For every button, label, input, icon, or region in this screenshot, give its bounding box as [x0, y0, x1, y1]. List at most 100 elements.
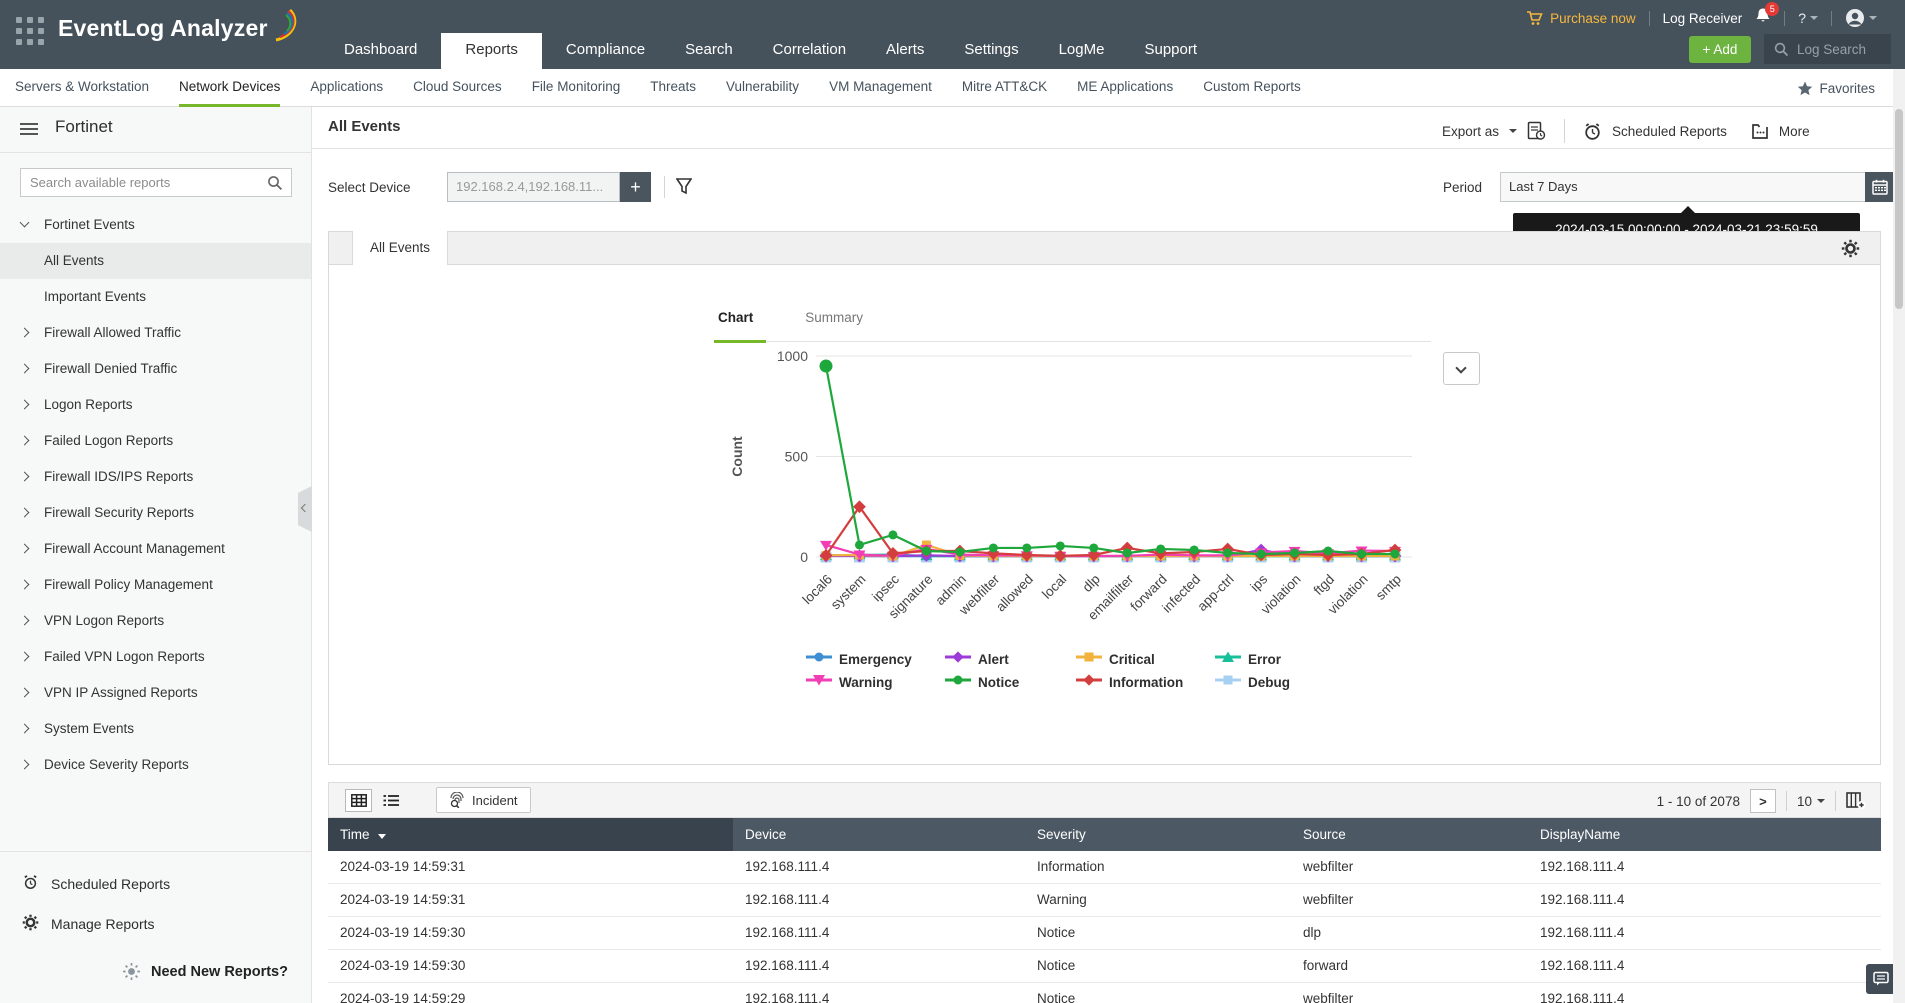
purchase-now-link[interactable]: Purchase now — [1526, 11, 1636, 26]
notifications-bell-icon[interactable]: 5 — [1755, 7, 1771, 29]
need-new-reports-link[interactable]: Need New Reports? — [122, 962, 288, 981]
sidebar-item-important-events[interactable]: Important Events — [0, 279, 311, 315]
more-button[interactable]: More — [1779, 124, 1810, 139]
legend-item-critical[interactable]: Critical — [1076, 650, 1215, 669]
subnav-item-applications[interactable]: Applications — [310, 69, 383, 107]
legend-item-notice[interactable]: Notice — [945, 673, 1076, 692]
sidebar-item-firewall-denied-traffic[interactable]: Firewall Denied Traffic — [0, 351, 311, 387]
subnav-item-custom-reports[interactable]: Custom Reports — [1203, 69, 1301, 107]
table-row[interactable]: 2024-03-19 14:59:30192.168.111.4Noticefo… — [328, 950, 1881, 983]
sidebar-item-device-severity-reports[interactable]: Device Severity Reports — [0, 747, 311, 783]
nav-item-correlation[interactable]: Correlation — [773, 33, 846, 69]
product-logo[interactable]: EventLog Analyzer — [58, 14, 302, 42]
help-menu[interactable]: ? — [1798, 10, 1818, 26]
nav-item-search[interactable]: Search — [685, 33, 733, 69]
device-add-button[interactable]: + — [620, 172, 651, 202]
subnav-item-threats[interactable]: Threats — [650, 69, 696, 107]
sidebar-item-firewall-ids-ips-reports[interactable]: Firewall IDS/IPS Reports — [0, 459, 311, 495]
sidebar-item-firewall-policy-management[interactable]: Firewall Policy Management — [0, 567, 311, 603]
divider — [1831, 11, 1832, 26]
sidebar-item-fortinet-events[interactable]: Fortinet Events — [0, 207, 311, 243]
table-row[interactable]: 2024-03-19 14:59:30192.168.111.4Noticedl… — [328, 917, 1881, 950]
list-view-button[interactable] — [377, 789, 404, 812]
nav-item-reports[interactable]: Reports — [441, 33, 542, 69]
svg-text:dlp: dlp — [1080, 572, 1103, 595]
legend-item-information[interactable]: Information — [1076, 673, 1215, 692]
account-menu[interactable] — [1845, 8, 1877, 28]
subnav-item-file-monitoring[interactable]: File Monitoring — [532, 69, 621, 107]
legend-item-debug[interactable]: Debug — [1215, 673, 1290, 692]
nav-item-dashboard[interactable]: Dashboard — [344, 33, 417, 69]
sidebar-item-failed-logon-reports[interactable]: Failed Logon Reports — [0, 423, 311, 459]
column-header-displayname[interactable]: DisplayName — [1528, 818, 1881, 851]
add-column-icon[interactable] — [1846, 792, 1866, 810]
column-header-source[interactable]: Source — [1291, 818, 1528, 851]
tab-summary[interactable]: Summary — [805, 310, 863, 335]
column-header-time[interactable]: Time — [328, 818, 733, 851]
add-button[interactable]: + Add — [1689, 36, 1751, 63]
sidebar-collapse-handle[interactable] — [298, 486, 312, 532]
vertical-scrollbar[interactable] — [1893, 69, 1905, 1003]
device-filter-input[interactable]: 192.168.2.4,192.168.11... — [447, 172, 620, 202]
subnav-item-vulnerability[interactable]: Vulnerability — [726, 69, 799, 107]
scheduled-reports-button[interactable]: Scheduled Reports — [1612, 124, 1727, 139]
sidebar-item-failed-vpn-logon-reports[interactable]: Failed VPN Logon Reports — [0, 639, 311, 675]
hamburger-menu-icon[interactable] — [20, 123, 38, 135]
table-row[interactable]: 2024-03-19 14:59:29192.168.111.4Noticewe… — [328, 983, 1881, 1003]
legend-item-warning[interactable]: Warning — [806, 673, 945, 692]
legend-item-error[interactable]: Error — [1215, 650, 1281, 669]
column-header-severity[interactable]: Severity — [1025, 818, 1291, 851]
nav-item-logme[interactable]: LogMe — [1059, 33, 1105, 69]
filter-icon[interactable] — [676, 178, 692, 195]
tab-all-events[interactable]: All Events — [352, 231, 448, 266]
log-receiver-link[interactable]: Log Receiver — [1663, 11, 1743, 26]
sidebar-item-firewall-account-management[interactable]: Firewall Account Management — [0, 531, 311, 567]
severity-line-chart[interactable]: 05001000Countlocal6systemipsecsignaturea… — [728, 340, 1468, 640]
table-row[interactable]: 2024-03-19 14:59:31192.168.111.4Informat… — [328, 851, 1881, 884]
subnav-item-me-applications[interactable]: ME Applications — [1077, 69, 1173, 107]
period-input[interactable]: Last 7 Days — [1500, 172, 1895, 202]
column-header-device[interactable]: Device — [733, 818, 1025, 851]
subnav-item-cloud-sources[interactable]: Cloud Sources — [413, 69, 502, 107]
nav-item-support[interactable]: Support — [1144, 33, 1197, 69]
sidebar-item-vpn-logon-reports[interactable]: VPN Logon Reports — [0, 603, 311, 639]
svg-text:app-ctrl: app-ctrl — [1194, 572, 1236, 614]
gear-icon[interactable] — [1841, 239, 1860, 258]
sidebar-item-label: All Events — [44, 253, 104, 268]
log-search-input[interactable]: Log Search — [1764, 34, 1891, 64]
sidebar-item-vpn-ip-assigned-reports[interactable]: VPN IP Assigned Reports — [0, 675, 311, 711]
nav-item-compliance[interactable]: Compliance — [566, 33, 645, 69]
pagination-range: 1 - 10 of 2078 — [1657, 794, 1740, 809]
tab-chart[interactable]: Chart — [718, 310, 753, 335]
sidebar-footer-scheduled-reports[interactable]: Scheduled Reports — [0, 864, 311, 904]
legend-item-emergency[interactable]: Emergency — [806, 650, 945, 669]
sidebar-footer-manage-reports[interactable]: Manage Reports — [0, 904, 311, 944]
nav-item-alerts[interactable]: Alerts — [886, 33, 924, 69]
calendar-button[interactable] — [1865, 172, 1895, 202]
incident-button[interactable]: Incident — [436, 787, 531, 813]
nav-item-settings[interactable]: Settings — [964, 33, 1018, 69]
favorites-button[interactable]: Favorites — [1797, 69, 1875, 107]
next-page-button[interactable]: > — [1750, 789, 1776, 813]
sidebar-item-logon-reports[interactable]: Logon Reports — [0, 387, 311, 423]
divider — [1649, 11, 1650, 26]
sidebar-item-firewall-allowed-traffic[interactable]: Firewall Allowed Traffic — [0, 315, 311, 351]
scrollbar-thumb[interactable] — [1895, 109, 1903, 309]
apps-grid-icon[interactable] — [16, 17, 46, 47]
subnav-item-servers-workstation[interactable]: Servers & Workstation — [15, 69, 149, 107]
legend-item-alert[interactable]: Alert — [945, 650, 1076, 669]
sidebar-item-label: Firewall Security Reports — [44, 505, 194, 520]
grid-view-button[interactable] — [345, 789, 372, 812]
export-as-button[interactable]: Export as — [1442, 124, 1499, 139]
export-schedule-icon[interactable] — [1527, 121, 1546, 141]
sidebar-item-system-events[interactable]: System Events — [0, 711, 311, 747]
report-search-input[interactable] — [20, 168, 292, 197]
table-row[interactable]: 2024-03-19 14:59:31192.168.111.4Warningw… — [328, 884, 1881, 917]
subnav-item-mitre-att-ck[interactable]: Mitre ATT&CK — [962, 69, 1047, 107]
subnav-item-vm-management[interactable]: VM Management — [829, 69, 932, 107]
sidebar-item-firewall-security-reports[interactable]: Firewall Security Reports — [0, 495, 311, 531]
sidebar-item-all-events[interactable]: All Events — [0, 243, 311, 279]
chat-feedback-button[interactable] — [1866, 964, 1896, 994]
page-size-dropdown[interactable]: 10 — [1797, 794, 1825, 809]
subnav-item-network-devices[interactable]: Network Devices — [179, 69, 280, 107]
